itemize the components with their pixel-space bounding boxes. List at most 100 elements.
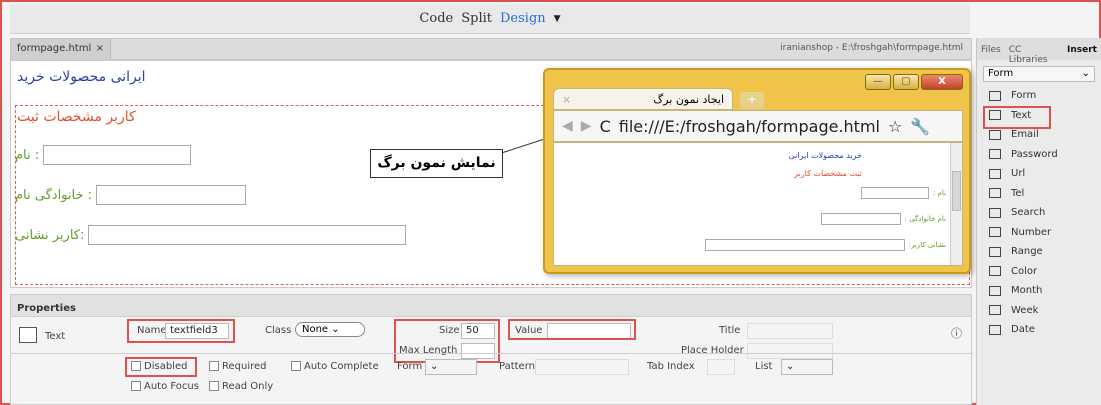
insert-item-label: Email: [1011, 129, 1039, 141]
insert-item-range[interactable]: Range: [977, 242, 1101, 262]
callout-label: نمایش نمون برگ: [370, 149, 503, 178]
tab-files[interactable]: Files: [981, 45, 1001, 60]
close-window-icon[interactable]: X: [921, 74, 963, 90]
tel-icon: [989, 188, 1001, 199]
insert-category-select[interactable]: Form ⌄: [983, 66, 1095, 82]
list-prop-select[interactable]: ⌄: [781, 359, 833, 375]
app-window: Code Split Design ▼ formpage.html × iran…: [0, 0, 1101, 405]
email-icon: [989, 129, 1001, 140]
document-tab-bar: formpage.html × iranianshop - E:\froshga…: [10, 38, 972, 60]
minimize-icon[interactable]: —: [865, 74, 891, 90]
insert-item-password[interactable]: Password: [977, 145, 1101, 165]
class-select-value: None: [302, 324, 329, 335]
split-view-button[interactable]: Split: [461, 11, 492, 26]
insert-item-date[interactable]: Date: [977, 320, 1101, 340]
browser-preview-window: — ▢ X × ایجاد نمون برگ + ◀ ▶ C file:///E…: [543, 68, 971, 274]
autocomplete-checkbox-box[interactable]: [291, 361, 301, 371]
browser-tab-close-icon[interactable]: ×: [562, 93, 571, 106]
preview-legend: ثبت مشخصات کاربر: [794, 169, 862, 178]
code-view-button[interactable]: Code: [419, 11, 453, 26]
tab-insert[interactable]: Insert: [1067, 45, 1097, 60]
color-icon: [989, 266, 1001, 277]
scrollbar-thumb[interactable]: [952, 171, 961, 211]
number-icon: [989, 227, 1001, 238]
insert-item-url[interactable]: Url: [977, 164, 1101, 184]
name-input[interactable]: [43, 145, 192, 165]
insert-item-color[interactable]: Color: [977, 262, 1101, 282]
form-prop-select[interactable]: ⌄: [425, 359, 477, 375]
placeholder-prop-input[interactable]: [747, 343, 833, 359]
preview-family-row: نام خانوادگی :: [820, 213, 946, 225]
insert-item-text[interactable]: Text: [977, 105, 1101, 128]
insert-item-label: Range: [1011, 246, 1043, 258]
address-label: :کاربر نشانی: [15, 227, 85, 243]
autofocus-checkbox-box[interactable]: [131, 381, 141, 391]
tab-cc-libraries[interactable]: CC Libraries: [1009, 45, 1059, 65]
properties-header: Properties: [11, 295, 971, 317]
maximize-icon[interactable]: ▢: [893, 74, 919, 90]
required-checkbox[interactable]: Required: [209, 361, 267, 372]
insert-item-number[interactable]: Number: [977, 223, 1101, 243]
address-input[interactable]: [88, 225, 407, 245]
insert-items-list: Form Text Email Password Url Tel Search Number R…: [977, 86, 1101, 340]
scrollbar[interactable]: [950, 143, 962, 265]
preview-name-input[interactable]: [861, 187, 929, 199]
url-icon: [989, 168, 1001, 179]
placeholder-prop-label: Place Holder: [681, 345, 744, 356]
name-label: : نام: [15, 147, 40, 163]
title-prop-label: Title: [719, 325, 741, 336]
star-icon[interactable]: ☆: [888, 117, 902, 136]
tabindex-prop-input[interactable]: [707, 359, 735, 375]
insert-item-form[interactable]: Form: [977, 86, 1101, 106]
insert-item-email[interactable]: Email: [977, 125, 1101, 145]
help-icon[interactable]: ⓘ: [951, 325, 962, 341]
insert-item-search[interactable]: Search: [977, 203, 1101, 223]
element-type: Text: [45, 331, 66, 342]
autocomplete-checkbox[interactable]: Auto Complete: [291, 361, 379, 372]
back-icon[interactable]: ◀: [562, 118, 573, 134]
url-text: file:///E:/froshgah/formpage.html: [618, 116, 880, 136]
insert-item-week[interactable]: Week: [977, 301, 1101, 321]
preview-address-input[interactable]: [704, 239, 905, 251]
insert-item-tel[interactable]: Tel: [977, 184, 1101, 204]
preview-address-label: نشانی کاربر:: [908, 241, 946, 249]
insert-item-month[interactable]: Month: [977, 281, 1101, 301]
autofocus-checkbox[interactable]: Auto Focus: [131, 381, 199, 392]
preview-family-label: نام خانوادگی :: [904, 215, 946, 223]
form-prop-label: Form: [397, 361, 423, 372]
autofocus-checkbox-label: Auto Focus: [144, 381, 199, 392]
month-icon: [989, 285, 1001, 296]
insert-item-label: Url: [1011, 168, 1026, 180]
browser-tab[interactable]: × ایجاد نمون برگ: [553, 88, 733, 110]
form-icon: [989, 90, 1001, 101]
address-bar[interactable]: ◀ ▶ C file:///E:/froshgah/formpage.html …: [553, 110, 963, 142]
new-tab-icon[interactable]: +: [740, 92, 764, 109]
document-tab[interactable]: formpage.html ×: [11, 39, 111, 60]
family-label: : خانوادگی نام: [15, 187, 93, 203]
required-checkbox-box[interactable]: [209, 361, 219, 371]
address-row: :کاربر نشانی: [15, 225, 407, 245]
close-icon[interactable]: ×: [96, 43, 104, 56]
range-icon: [989, 246, 1001, 257]
title-prop-input[interactable]: [747, 323, 833, 339]
disabled-highlight: [125, 357, 197, 377]
pattern-prop-label: Pattern: [499, 361, 535, 372]
class-select[interactable]: None ⌄: [295, 322, 365, 337]
preview-heading: خرید محصولات ایرانی: [788, 151, 862, 160]
pattern-prop-input[interactable]: [535, 359, 629, 375]
readonly-checkbox-label: Read Only: [222, 381, 274, 392]
preview-family-input[interactable]: [820, 213, 901, 225]
wrench-icon[interactable]: 🔧: [910, 117, 930, 136]
family-input[interactable]: [96, 185, 247, 205]
window-controls: — ▢ X: [865, 74, 963, 90]
reload-icon[interactable]: C: [600, 117, 611, 136]
chevron-down-icon[interactable]: ▼: [554, 14, 561, 24]
view-switcher: Code Split Design ▼: [10, 4, 970, 34]
design-view-button[interactable]: Design: [500, 11, 546, 26]
forward-icon[interactable]: ▶: [581, 118, 592, 134]
readonly-checkbox-box[interactable]: [209, 381, 219, 391]
autocomplete-checkbox-label: Auto Complete: [304, 361, 379, 372]
text-field-icon: [19, 327, 37, 343]
insert-item-label: Password: [1011, 148, 1058, 160]
readonly-checkbox[interactable]: Read Only: [209, 381, 273, 392]
